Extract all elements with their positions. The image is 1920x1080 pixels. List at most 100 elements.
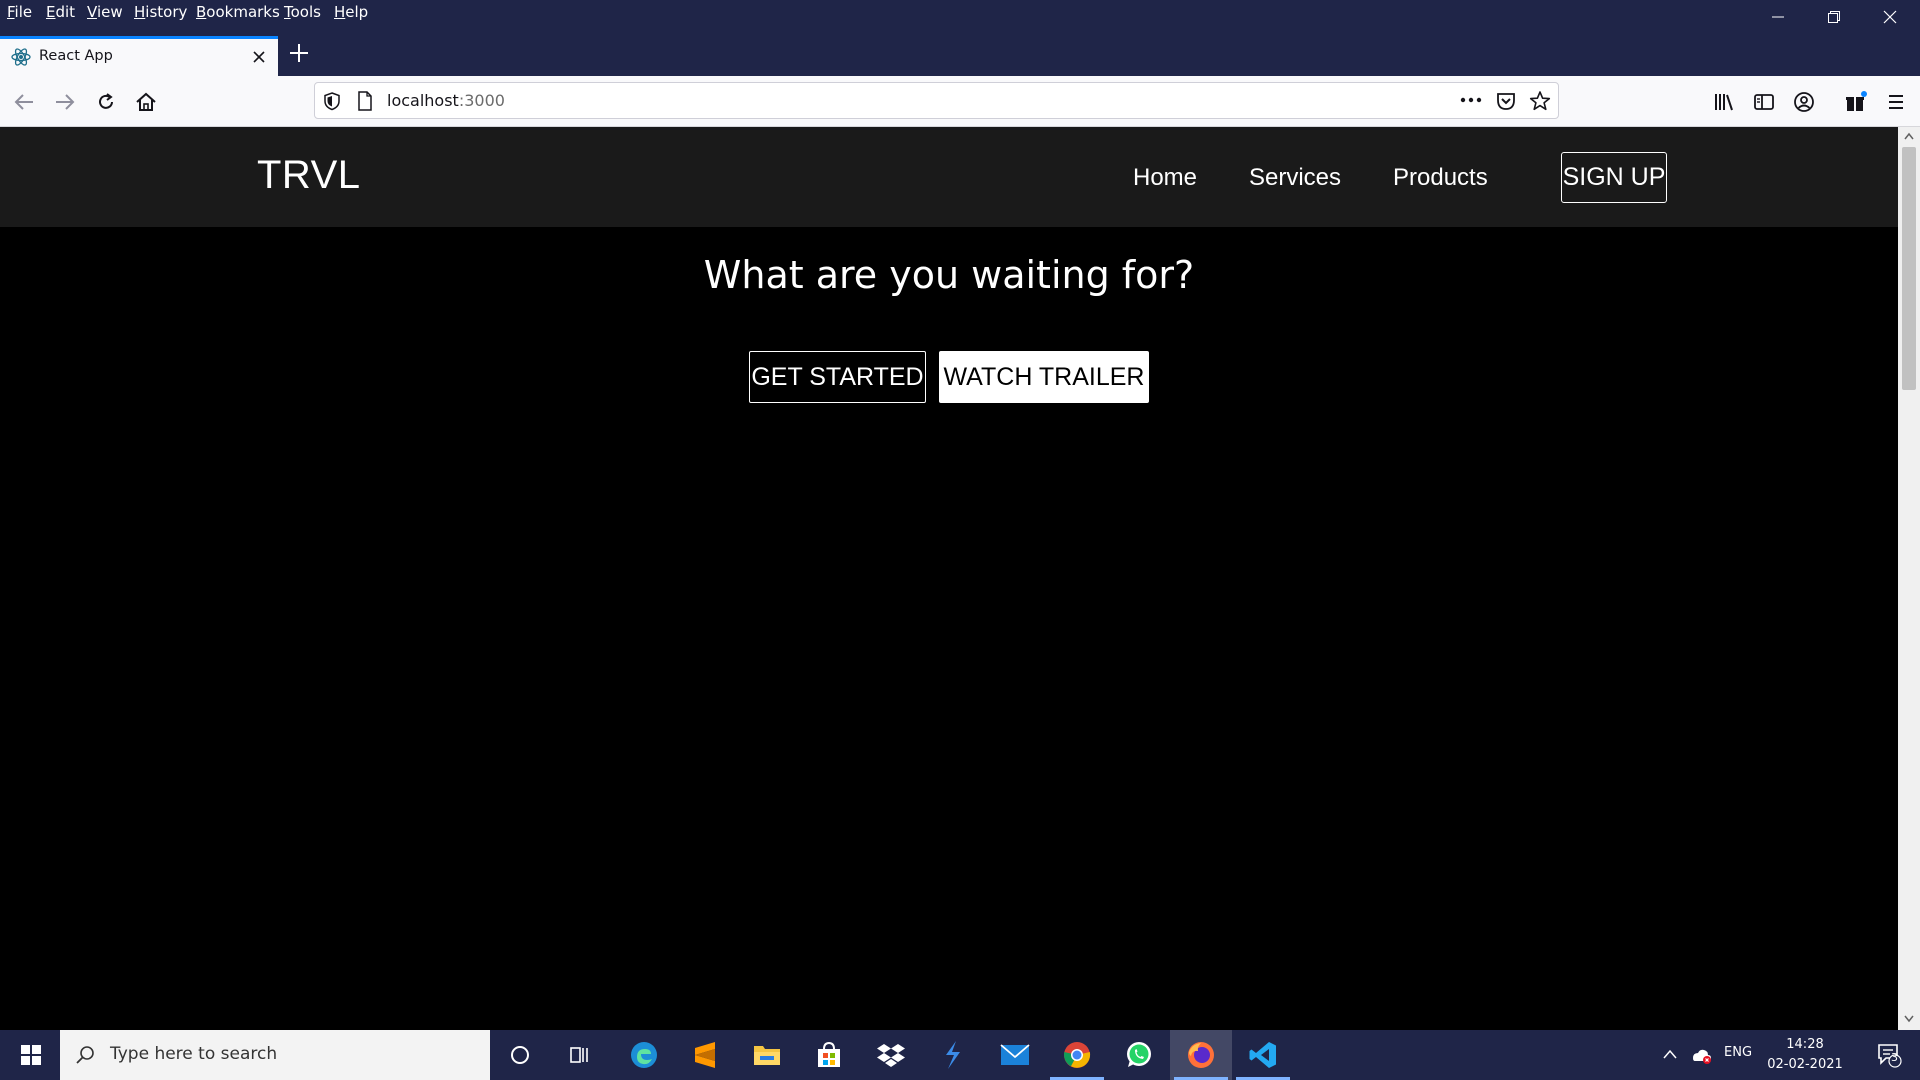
watch-trailer-button[interactable]: WATCH TRAILER: [939, 351, 1149, 403]
get-started-button[interactable]: GET STARTED: [749, 351, 926, 403]
chrome-icon: [1064, 1042, 1091, 1068]
clock-time: 14:28: [1786, 1037, 1824, 1052]
menu-tools[interactable]: Tools: [284, 3, 321, 21]
start-button[interactable]: [0, 1030, 62, 1080]
sublime-icon: [695, 1042, 715, 1068]
nav-link-services[interactable]: Services: [1249, 164, 1341, 192]
cortana-button[interactable]: [489, 1030, 551, 1080]
tray-chevron-up-icon[interactable]: [1662, 1048, 1678, 1060]
bookmark-star-icon[interactable]: [1529, 90, 1551, 117]
tab-react-app[interactable]: React App: [0, 36, 278, 76]
scroll-up-icon[interactable]: [1904, 132, 1914, 140]
sublime-text-app[interactable]: [674, 1030, 736, 1080]
tab-close-icon[interactable]: [248, 46, 270, 73]
visual-studio-app[interactable]: [922, 1030, 984, 1080]
reload-icon: [99, 93, 113, 109]
account-icon: [1794, 92, 1814, 112]
url-text: localhost:3000: [387, 91, 505, 110]
browser-toolbar: localhost:3000: [0, 76, 1920, 127]
vscode-app[interactable]: [1232, 1030, 1294, 1080]
action-center-button[interactable]: 3: [1858, 1030, 1920, 1080]
menu-history[interactable]: History: [134, 3, 187, 21]
forward-button[interactable]: [47, 84, 83, 120]
file-explorer-app[interactable]: [736, 1030, 798, 1080]
cortana-circle-icon: [511, 1046, 529, 1064]
account-button[interactable]: [1786, 84, 1822, 120]
taskbar-search-box[interactable]: Type here to search: [60, 1030, 490, 1080]
sidebar-icon: [1754, 94, 1774, 110]
edge-app[interactable]: [613, 1030, 675, 1080]
menu-file[interactable]: File: [7, 3, 32, 21]
reload-button[interactable]: [88, 84, 124, 120]
tab-strip: React App: [0, 26, 1920, 76]
nav-link-home[interactable]: Home: [1133, 164, 1197, 192]
clock[interactable]: 14:28 02-02-2021: [1760, 1035, 1850, 1075]
home-icon: [136, 92, 156, 111]
windows-taskbar: Type here to search ENG 14:28 02-02-2021…: [0, 1030, 1920, 1080]
library-icon: [1715, 94, 1733, 111]
menu-bookmarks[interactable]: Bookmarks: [196, 3, 280, 21]
url-bar[interactable]: localhost:3000: [314, 82, 1559, 119]
search-icon: [76, 1046, 94, 1064]
firefox-icon: [1188, 1042, 1214, 1068]
nav-link-products[interactable]: Products: [1393, 164, 1488, 192]
page-viewport: TRVL Home Services Products SIGN UP What…: [0, 127, 1898, 1030]
clock-date: 02-02-2021: [1767, 1057, 1843, 1072]
scroll-down-icon[interactable]: [1904, 1015, 1914, 1023]
tracking-shield-icon[interactable]: [323, 91, 341, 116]
back-button[interactable]: [6, 84, 42, 120]
vscode-icon: [1249, 1042, 1276, 1068]
microsoft-store-app[interactable]: [798, 1030, 860, 1080]
mail-envelope-icon: [1000, 1044, 1030, 1065]
search-placeholder: Type here to search: [110, 1044, 278, 1064]
minimize-icon: [1772, 16, 1784, 18]
page-info-icon[interactable]: [357, 91, 373, 116]
site-logo[interactable]: TRVL: [257, 153, 361, 198]
windows-logo-icon: [21, 1045, 41, 1065]
url-host: localhost: [387, 91, 459, 110]
home-button[interactable]: [128, 84, 164, 120]
url-port: :3000: [458, 91, 505, 110]
menu-bar: File Edit View History Bookmarks Tools H…: [0, 0, 1920, 26]
menu-edit[interactable]: Edit: [46, 3, 75, 21]
dropbox-app[interactable]: [860, 1030, 922, 1080]
new-tab-plus-icon[interactable]: [288, 42, 310, 69]
task-view-icon: [570, 1047, 588, 1063]
notification-count: 3: [1891, 1051, 1898, 1064]
mail-app[interactable]: [984, 1030, 1046, 1080]
dropbox-icon: [877, 1044, 905, 1067]
library-button[interactable]: [1706, 84, 1742, 120]
close-icon: [1883, 10, 1897, 24]
hero-heading: What are you waiting for?: [703, 253, 1195, 297]
react-logo-icon: [10, 46, 32, 73]
task-view-button[interactable]: [549, 1030, 611, 1080]
gift-extension-icon: [1846, 91, 1867, 111]
store-bag-icon: [818, 1041, 840, 1067]
folder-icon: [754, 1046, 780, 1065]
forward-arrow-icon: [56, 94, 75, 110]
app-menu-button[interactable]: [1878, 84, 1914, 120]
chrome-app[interactable]: [1046, 1030, 1108, 1080]
tab-title: React App: [39, 48, 113, 64]
scrollbar-thumb[interactable]: [1902, 147, 1916, 390]
back-arrow-icon: [14, 94, 33, 110]
site-navbar: TRVL Home Services Products SIGN UP: [0, 127, 1898, 227]
language-indicator[interactable]: ENG: [1724, 1045, 1752, 1060]
pocket-icon[interactable]: [1495, 90, 1517, 117]
sidebar-toggle-button[interactable]: [1746, 84, 1782, 120]
whatsapp-app[interactable]: [1108, 1030, 1170, 1080]
whatsapp-icon: [1127, 1042, 1151, 1067]
restore-icon: [1828, 11, 1840, 23]
vs-arrow-icon: [946, 1041, 960, 1069]
network-onedrive-icon[interactable]: [1690, 1046, 1712, 1064]
extensions-button[interactable]: [1838, 84, 1874, 120]
hamburger-menu-icon: [1889, 95, 1903, 109]
firefox-app[interactable]: [1170, 1030, 1232, 1080]
page-scrollbar[interactable]: [1898, 127, 1920, 1030]
page-actions-dots-icon[interactable]: [1459, 92, 1483, 113]
menu-help[interactable]: Help: [334, 3, 368, 21]
edge-icon: [631, 1042, 657, 1068]
signup-button[interactable]: SIGN UP: [1561, 152, 1667, 203]
menu-view[interactable]: View: [87, 3, 123, 21]
notification-icon: [1878, 1044, 1902, 1068]
